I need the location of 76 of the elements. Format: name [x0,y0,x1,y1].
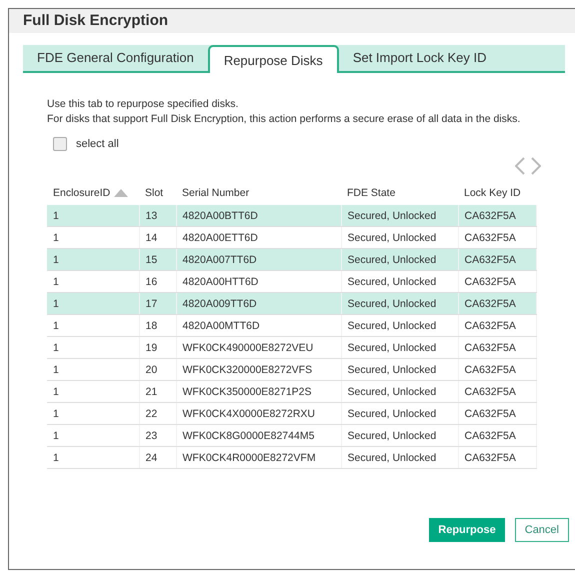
window-title: Full Disk Encryption [9,9,575,33]
tab[interactable]: Repurpose Disks [208,45,339,73]
table-cell: 19 [139,336,176,358]
table-cell: 1 [47,402,139,424]
table-cell: WFK0CK320000E8272VFS [176,358,341,380]
column-header[interactable]: FDE State [347,187,396,199]
table-cell: 15 [139,248,176,270]
previous-icon[interactable] [515,157,525,175]
table-cell: 22 [139,402,176,424]
table-cell: Secured, Unlocked [341,424,458,446]
table-cell: CA632F5A [458,358,536,380]
table-cell: 4820A009TT6D [176,292,341,314]
table-row[interactable]: 1 22 WFK0CK4X0000E8272RXU Secured, Unlocked CA632F5A [47,402,536,424]
table-cell: Secured, Unlocked [341,205,458,226]
table-cell: 1 [47,446,139,468]
table-cell: 1 [47,292,139,314]
table-cell: CA632F5A [458,205,536,226]
table-cell: CA632F5A [458,380,536,402]
table-cell: CA632F5A [458,314,536,336]
table-cell: 13 [139,205,176,226]
table-cell: 17 [139,292,176,314]
table-cell: WFK0CK350000E8271P2S [176,380,341,402]
table-row[interactable]: 1 18 4820A00MTT6D Secured, Unlocked CA632F5A [47,314,536,336]
table-cell: Secured, Unlocked [341,248,458,270]
table-cell: 23 [139,424,176,446]
table-cell: 1 [47,358,139,380]
next-icon[interactable] [531,157,541,175]
table-cell: Secured, Unlocked [341,402,458,424]
table-cell: 1 [47,336,139,358]
table-cell: Secured, Unlocked [341,314,458,336]
table-row[interactable]: 1 17 4820A009TT6D Secured, Unlocked CA632F5A [47,292,536,314]
cancel-button[interactable]: Cancel [514,518,569,542]
table-cell: CA632F5A [458,248,536,270]
table-row[interactable]: 1 15 4820A007TT6D Secured, Unlocked CA632F5A [47,248,536,270]
table-cell: Secured, Unlocked [341,292,458,314]
table-row[interactable]: 1 13 4820A00BTT6D Secured, Unlocked CA632F5A [47,205,536,226]
tab[interactable]: FDE General Configuration [23,45,208,71]
table-cell: WFK0CK8G0000E82744M5 [176,424,341,446]
table-cell: WFK0CK4R0000E8272VFM [176,446,341,468]
column-header[interactable]: EnclosureID [53,187,128,199]
table-cell: 4820A00MTT6D [176,314,341,336]
table-cell: WFK0CK490000E8272VEU [176,336,341,358]
table-cell: 1 [47,205,139,226]
table-cell: 20 [139,358,176,380]
table-cell: 4820A007TT6D [176,248,341,270]
table-cell: 18 [139,314,176,336]
description-text: Use this tab to repurpose specified disks. [47,97,240,112]
table-row[interactable]: 1 21 WFK0CK350000E8271P2S Secured, Unlocked CA632F5A [47,380,536,402]
table-cell: 1 [47,248,139,270]
checkbox[interactable] [53,137,67,151]
table-cell: CA632F5A [458,424,536,446]
table-cell: CA632F5A [458,446,536,468]
table-cell: CA632F5A [458,402,536,424]
table-row[interactable]: 1 20 WFK0CK320000E8272VFS Secured, Unlocked CA632F5A [47,358,536,380]
checkbox-label: select all [76,138,119,150]
table-cell: CA632F5A [458,292,536,314]
table-cell: 4820A00BTT6D [176,205,341,226]
table-cell: Secured, Unlocked [341,446,458,468]
tab[interactable]: Set Import Lock Key ID [338,45,500,71]
table-cell: 21 [139,380,176,402]
column-header[interactable]: Serial Number [182,187,250,199]
table-cell: WFK0CK4X0000E8272RXU [176,402,341,424]
table-row[interactable]: 1 24 WFK0CK4R0000E8272VFM Secured, Unlocked CA632F5A [47,446,536,468]
table-cell: 1 [47,314,139,336]
column-header[interactable]: Lock Key ID [464,187,521,199]
description-text: For disks that support Full Disk Encryption, this action performs a secure erase of all data in the disks. [47,112,522,127]
table-row[interactable]: 1 23 WFK0CK8G0000E82744M5 Secured, Unlocked CA632F5A [47,424,536,446]
table-cell: Secured, Unlocked [341,358,458,380]
table-cell: 1 [47,424,139,446]
column-header[interactable]: Slot [145,187,164,199]
table-cell: 1 [47,380,139,402]
table-cell: CA632F5A [458,336,536,358]
table-cell: Secured, Unlocked [341,336,458,358]
table-cell: Secured, Unlocked [341,380,458,402]
table-cell: 24 [139,446,176,468]
table-row[interactable]: 1 19 WFK0CK490000E8272VEU Secured, Unlocked CA632F5A [47,336,536,358]
